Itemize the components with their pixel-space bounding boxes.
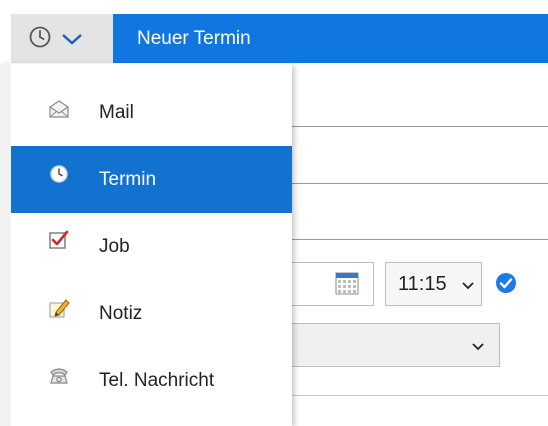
chevron-down-icon (472, 343, 484, 351)
chevron-down-icon (462, 282, 474, 290)
title-bar: Neuer Termin (113, 14, 548, 63)
check-circle-icon[interactable] (495, 272, 517, 294)
menu-item-label: Job (99, 236, 130, 257)
clock-icon (50, 165, 68, 183)
menu-item-termin[interactable]: Termin (11, 146, 292, 213)
menu-item-label: Notiz (99, 303, 143, 324)
form-field-underline (292, 239, 548, 240)
menu-item-job[interactable]: Job (11, 213, 292, 280)
menu-item-label: Tel. Nachricht (99, 370, 215, 391)
category-select[interactable] (280, 323, 500, 367)
checkbox-icon (49, 230, 69, 249)
time-select[interactable]: 11:15 (385, 262, 482, 306)
menu-item-label: Mail (99, 102, 134, 123)
menu-item-notiz[interactable]: Notiz (11, 280, 292, 347)
header-bar: Neuer Termin (0, 0, 548, 64)
mail-icon (49, 100, 69, 118)
clock-icon (29, 26, 51, 48)
chevron-down-icon (62, 34, 82, 45)
form-field-underline (292, 183, 548, 184)
date-input[interactable] (280, 262, 374, 306)
menu-item-label: Termin (99, 169, 157, 190)
calendar-icon[interactable] (335, 271, 359, 295)
pencil-icon (49, 299, 70, 318)
menu-item-mail[interactable]: Mail (11, 79, 292, 146)
phone-icon (50, 368, 68, 384)
page-title: Neuer Termin (137, 28, 251, 49)
item-type-menu: Mail Termin Job Notiz Tel. Nachricht (0, 64, 292, 426)
form-field-underline (292, 126, 548, 127)
time-value: 11:15 (398, 273, 447, 295)
item-type-dropdown-button[interactable] (11, 14, 113, 63)
divider (292, 395, 548, 396)
menu-item-tel-nachricht[interactable]: Tel. Nachricht (11, 347, 292, 414)
